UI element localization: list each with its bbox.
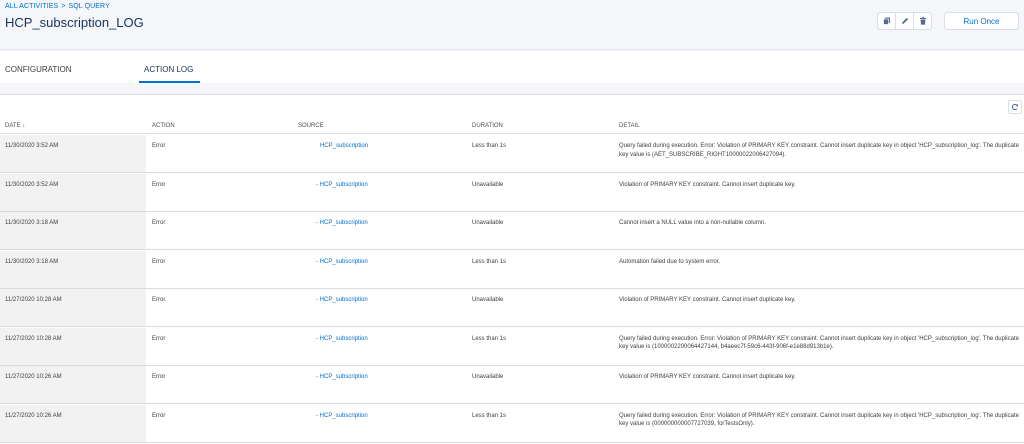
date-cell: 11/30/2020 3:18 AM bbox=[5, 220, 59, 226]
refresh-icon bbox=[1011, 103, 1018, 111]
table-row: 11/27/2020 10:28 AM Error - HCP_subscripti… bbox=[0, 327, 1024, 366]
date-cell-bg bbox=[0, 135, 146, 172]
source-link[interactable]: HCP_subscription bbox=[320, 142, 368, 151]
date-cell-bg bbox=[0, 366, 146, 403]
action-cell: Error bbox=[152, 220, 166, 226]
duration-cell: Less than 1s bbox=[472, 412, 507, 419]
date-cell-bg bbox=[0, 173, 146, 211]
source-link[interactable]: - HCP_subscription bbox=[316, 296, 368, 305]
detail-cell: Query failed during execution. Error: Vi… bbox=[619, 335, 1019, 351]
table-row: 11/27/2020 10:26 AM Error - HCP_subscripti… bbox=[0, 366, 1024, 404]
action-icon-group bbox=[877, 12, 932, 30]
refresh-button[interactable] bbox=[1008, 100, 1022, 114]
action-log-panel: DATE ↓ ACTION SOURCE DURATION DETAIL 11/… bbox=[0, 94, 1024, 444]
duration-cell: Unavailable bbox=[472, 181, 504, 188]
duration-cell: Less than 1s bbox=[472, 143, 507, 149]
action-cell: Error bbox=[152, 374, 166, 380]
source-link[interactable]: - HCP_subscription bbox=[316, 181, 368, 190]
edit-icon bbox=[901, 17, 908, 24]
source-link[interactable]: - HCP_subscription bbox=[316, 335, 368, 344]
duration-cell: Less than 1s bbox=[472, 258, 507, 265]
delete-button[interactable] bbox=[913, 12, 932, 30]
duration-cell: Unavailable bbox=[472, 297, 504, 303]
action-cell: Error bbox=[152, 335, 166, 342]
action-cell: Error bbox=[152, 258, 166, 265]
detail-cell: Violation of PRIMARY KEY constraint. Can… bbox=[619, 297, 796, 303]
breadcrumb: ALL ACTIVITIES > SQL QUERY bbox=[5, 3, 110, 10]
copy-button[interactable] bbox=[877, 12, 896, 30]
date-cell-bg bbox=[0, 289, 146, 326]
column-header-date[interactable]: DATE ↓ bbox=[5, 123, 25, 129]
table-row: 11/27/2020 10:26 AM Error - HCP_subscripti… bbox=[0, 404, 1024, 443]
table-row: 11/30/2020 3:18 AM Error - HCP_subscriptio… bbox=[0, 250, 1024, 289]
detail-cell: Query failed during execution. Error: Vi… bbox=[619, 143, 1019, 158]
detail-cell: Violation of PRIMARY KEY constraint. Can… bbox=[619, 181, 796, 188]
table-row: 11/30/2020 3:52 AM Error HCP_subscription L… bbox=[0, 135, 1024, 173]
action-cell: Error bbox=[152, 143, 166, 149]
action-cell: Error bbox=[152, 412, 166, 419]
date-cell-bg bbox=[0, 250, 146, 288]
date-cell-bg bbox=[0, 212, 146, 249]
page-header: ALL ACTIVITIES > SQL QUERY HCP_subscriptio… bbox=[0, 0, 1024, 50]
column-header-source[interactable]: SOURCE bbox=[298, 123, 324, 129]
table-row: 11/30/2020 3:52 AM Error - HCP_subscriptio… bbox=[0, 173, 1024, 212]
source-link[interactable]: - HCP_subscription bbox=[316, 412, 368, 421]
table-row: 11/27/2020 10:28 AM Error - HCP_subscripti… bbox=[0, 289, 1024, 327]
date-cell: 11/30/2020 3:18 AM bbox=[5, 258, 59, 265]
column-header-duration[interactable]: DURATION bbox=[472, 123, 503, 129]
date-cell: 11/27/2020 10:26 AM bbox=[5, 412, 62, 419]
date-cell: 11/27/2020 10:26 AM bbox=[5, 374, 62, 380]
breadcrumb-sql-query[interactable]: SQL QUERY bbox=[68, 3, 109, 10]
source-link[interactable]: - HCP_subscription bbox=[316, 373, 368, 382]
tab-configuration[interactable]: CONFIGURATION bbox=[5, 65, 72, 74]
table-header: DATE ↓ ACTION SOURCE DURATION DETAIL bbox=[0, 120, 1024, 134]
date-cell: 11/30/2020 3:52 AM bbox=[5, 181, 59, 188]
copy-icon bbox=[882, 17, 890, 25]
detail-cell: Cannot insert a NULL value into a non-nu… bbox=[619, 220, 766, 226]
page-title: HCP_subscription_LOG bbox=[5, 15, 144, 30]
detail-cell: Query failed during execution. Error: Vi… bbox=[619, 412, 1019, 428]
active-tab-indicator bbox=[139, 81, 200, 83]
date-cell: 11/30/2020 3:52 AM bbox=[5, 143, 59, 149]
date-cell-bg bbox=[0, 404, 146, 442]
detail-cell: Automation failed due to system error. bbox=[619, 258, 721, 265]
action-cell: Error bbox=[152, 181, 166, 188]
date-cell: 11/27/2020 10:28 AM bbox=[5, 335, 62, 342]
duration-cell: Less than 1s bbox=[472, 335, 507, 342]
table-row: 11/30/2020 3:18 AM Error - HCP_subscriptio… bbox=[0, 212, 1024, 250]
tab-bar: CONFIGURATION ACTION LOG bbox=[0, 51, 1024, 83]
delete-icon bbox=[919, 17, 926, 25]
detail-cell: Violation of PRIMARY KEY constraint. Can… bbox=[619, 374, 796, 380]
column-header-detail[interactable]: DETAIL bbox=[619, 123, 640, 129]
source-link[interactable]: - HCP_subscription bbox=[316, 219, 368, 228]
date-cell: 11/27/2020 10:28 AM bbox=[5, 297, 62, 303]
column-header-action[interactable]: ACTION bbox=[152, 123, 175, 129]
date-cell-bg bbox=[0, 327, 146, 365]
edit-button[interactable] bbox=[895, 12, 914, 30]
breadcrumb-separator: > bbox=[61, 3, 66, 10]
duration-cell: Unavailable bbox=[472, 374, 504, 380]
duration-cell: Unavailable bbox=[472, 220, 504, 226]
source-link[interactable]: - HCP_subscription bbox=[316, 258, 368, 267]
action-cell: Error bbox=[152, 297, 166, 303]
sort-down-icon: ↓ bbox=[22, 123, 26, 129]
tab-action-log[interactable]: ACTION LOG bbox=[144, 65, 193, 74]
breadcrumb-all-activities[interactable]: ALL ACTIVITIES bbox=[5, 3, 58, 10]
run-once-button[interactable]: Run Once bbox=[944, 12, 1019, 30]
